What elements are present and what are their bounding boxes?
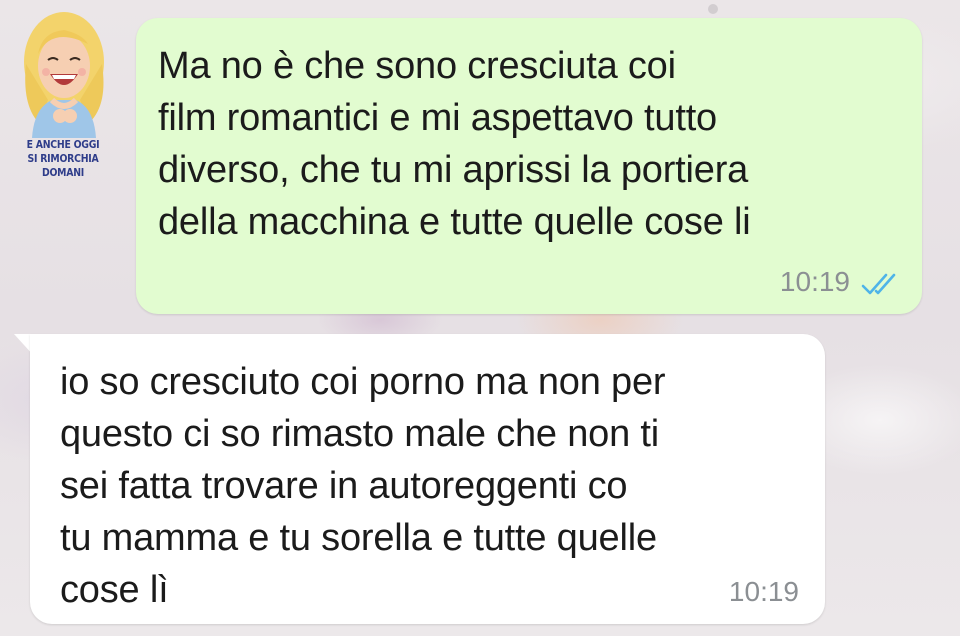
incoming-message-bubble[interactable]: io so cresciuto coi porno ma non per que… <box>30 334 825 624</box>
message-text: io so cresciuto coi porno ma non per que… <box>60 361 666 611</box>
outgoing-message-bubble[interactable]: Ma no è che sono cresciuta coi film roma… <box>136 18 922 314</box>
message-text: Ma no è che sono cresciuta coi film roma… <box>158 45 751 243</box>
watermark-caption: E ANCHE OGGI SI RIMORCHIA DOMANI <box>13 138 113 180</box>
watermark-line-1: E ANCHE OGGI <box>26 138 100 151</box>
message-timestamp: 10:19 <box>728 576 799 607</box>
wallpaper-dot <box>708 4 718 14</box>
watermark-logo: E ANCHE OGGI SI RIMORCHIA DOMANI <box>4 4 122 182</box>
message-timestamp: 10:19 <box>779 266 850 297</box>
cartoon-woman-icon <box>24 12 104 138</box>
watermark-line-2: SI RIMORCHIA DOMANI <box>27 152 99 179</box>
double-check-read-icon <box>861 273 896 295</box>
